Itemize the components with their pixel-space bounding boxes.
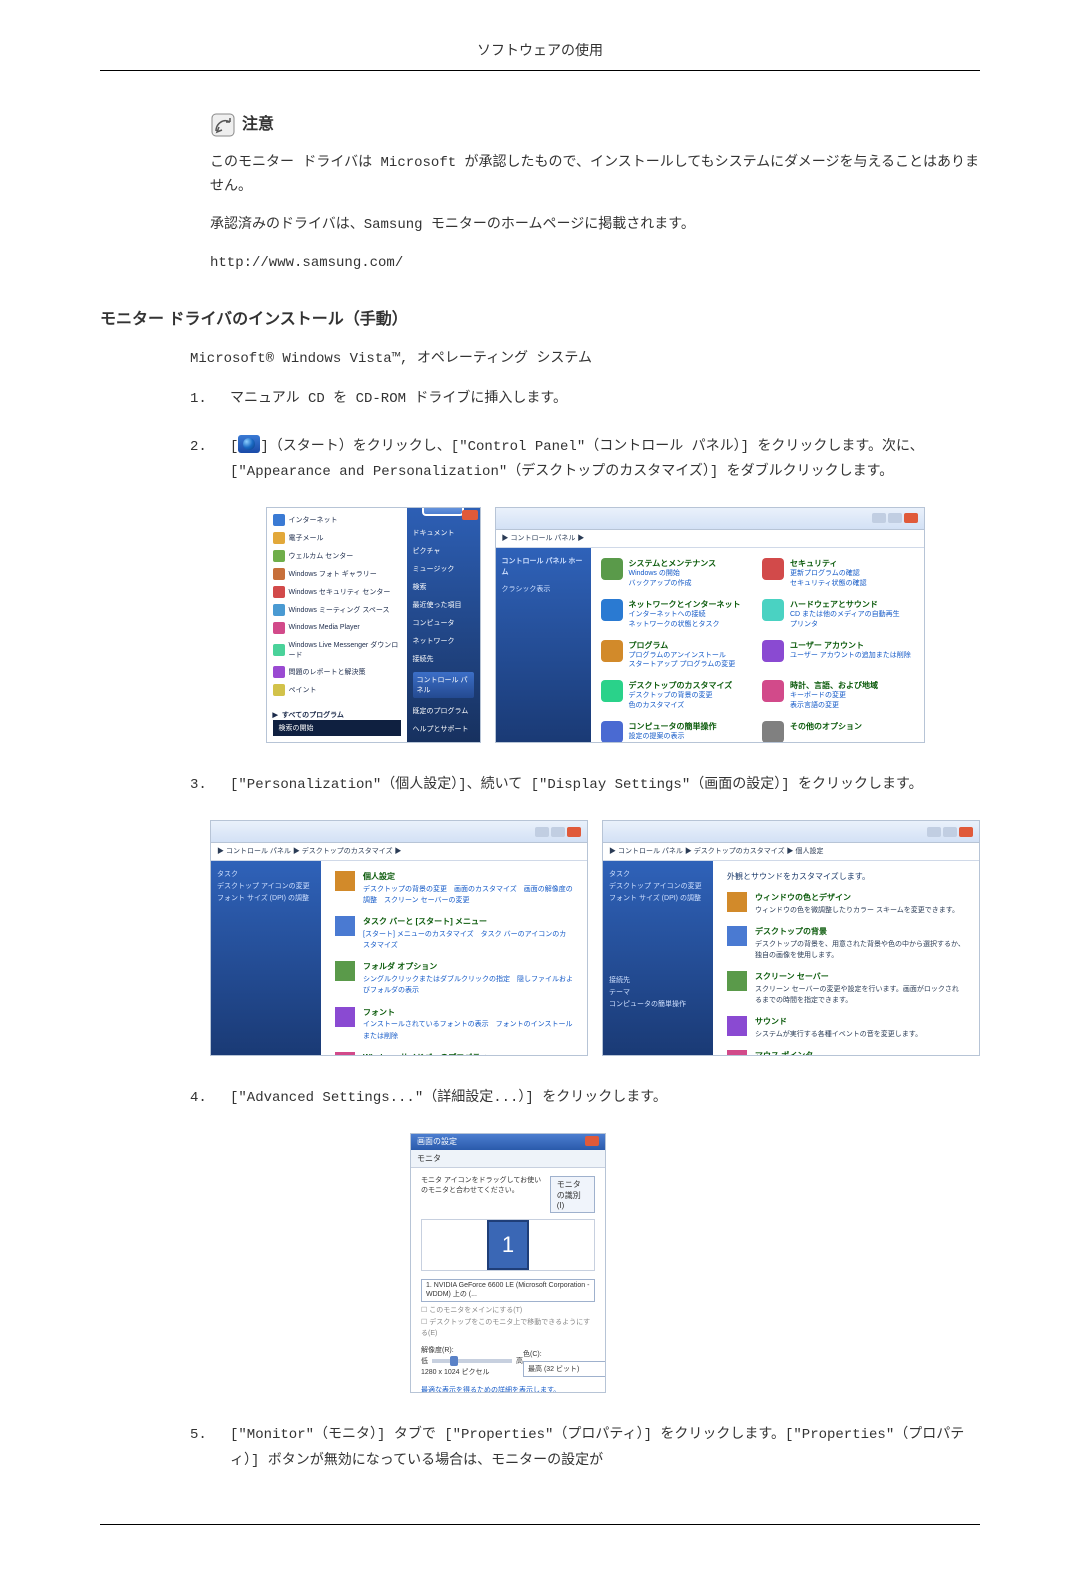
- note-paragraph-2: 承認済みのドライバは、Samsung モニターのホームページに掲載されます。: [210, 214, 980, 238]
- note-url: http://www.samsung.com/: [210, 252, 980, 276]
- step-3-figures: ▶ コントロール パネル ▶ デスクトップのカスタマイズ ▶ タスク デスクトッ…: [210, 820, 980, 1056]
- screenshot-display-settings: 画面の設定 モニタ モニタ アイコンをドラッグしてお使いのモニタと合わせてくださ…: [410, 1133, 606, 1393]
- step-2-number: 2.: [190, 435, 210, 485]
- best-display-link: 最適な表示を得るための詳細を表示します。: [421, 1385, 595, 1393]
- step-1-number: 1.: [190, 387, 210, 412]
- step-5-number: 5.: [190, 1423, 210, 1473]
- step-5-text: ["Monitor"（モニタ）] タブで ["Properties"（プロパティ…: [230, 1423, 980, 1473]
- monitor-icon: 1: [487, 1220, 529, 1270]
- step-2: 2. []（スタート）をクリックし、["Control Panel"（コントロー…: [190, 435, 980, 485]
- monitor-select: 1. NVIDIA GeForce 6600 LE (Microsoft Cor…: [421, 1279, 595, 1302]
- note-block: 注意 このモニター ドライバは Microsoft が承認したもので、インストー…: [210, 111, 980, 275]
- start-orb-icon: [238, 435, 260, 453]
- step-2-text: []（スタート）をクリックし、["Control Panel"（コントロール パ…: [230, 435, 980, 485]
- step-3: 3. ["Personalization"（個人設定）]、続いて ["Displ…: [190, 773, 980, 798]
- color-select: 最高 (32 ビット): [523, 1361, 606, 1377]
- os-intro: Microsoft® Windows Vista™, オペレーティング システム: [190, 347, 980, 367]
- step-4-text: ["Advanced Settings..."（詳細設定...）] をクリックし…: [230, 1086, 980, 1111]
- step-5: 5. ["Monitor"（モニタ）] タブで ["Properties"（プロ…: [190, 1423, 980, 1473]
- section-title: モニター ドライバのインストール（手動）: [100, 305, 980, 329]
- screenshot-customize: ▶ コントロール パネル ▶ デスクトップのカスタマイズ ▶ タスク デスクトッ…: [210, 820, 588, 1056]
- step-4: 4. ["Advanced Settings..."（詳細設定...）] をクリ…: [190, 1086, 980, 1111]
- step-4-number: 4.: [190, 1086, 210, 1111]
- window-controls: [872, 513, 918, 523]
- step-1-text: マニュアル CD を CD-ROM ドライブに挿入します。: [230, 387, 980, 412]
- note-icon: [210, 112, 236, 138]
- step-1: 1. マニュアル CD を CD-ROM ドライブに挿入します。: [190, 387, 980, 412]
- step-3-text: ["Personalization"（個人設定）]、続いて ["Display …: [230, 773, 980, 798]
- footer-divider: [100, 1524, 980, 1525]
- step-3-number: 3.: [190, 773, 210, 798]
- resolution-slider: [432, 1359, 512, 1363]
- note-heading: 注意: [210, 111, 980, 138]
- screenshot-control-panel: ▶ コントロール パネル ▶ コントロール パネル ホーム クラシック表示 シス…: [495, 507, 925, 743]
- close-icon: [585, 1136, 599, 1146]
- screenshot-personalization: ▶ コントロール パネル ▶ デスクトップのカスタマイズ ▶ 個人設定 タスク …: [602, 820, 980, 1056]
- screenshot-start-menu: インターネット 電子メール ウェルカム センター Windows フォト ギャラ…: [266, 507, 481, 743]
- note-label: 注意: [242, 111, 274, 138]
- control-panel-highlight: コントロール パネル: [413, 672, 474, 698]
- identify-monitor-button: モニタの識別(I): [550, 1176, 595, 1213]
- note-paragraph-1: このモニター ドライバは Microsoft が承認したもので、インストールして…: [210, 152, 980, 200]
- avatar-icon: [422, 507, 464, 516]
- page-header-title: ソフトウェアの使用: [100, 40, 980, 71]
- close-icon: [462, 510, 478, 520]
- step-2-figures: インターネット 電子メール ウェルカム センター Windows フォト ギャラ…: [210, 507, 980, 743]
